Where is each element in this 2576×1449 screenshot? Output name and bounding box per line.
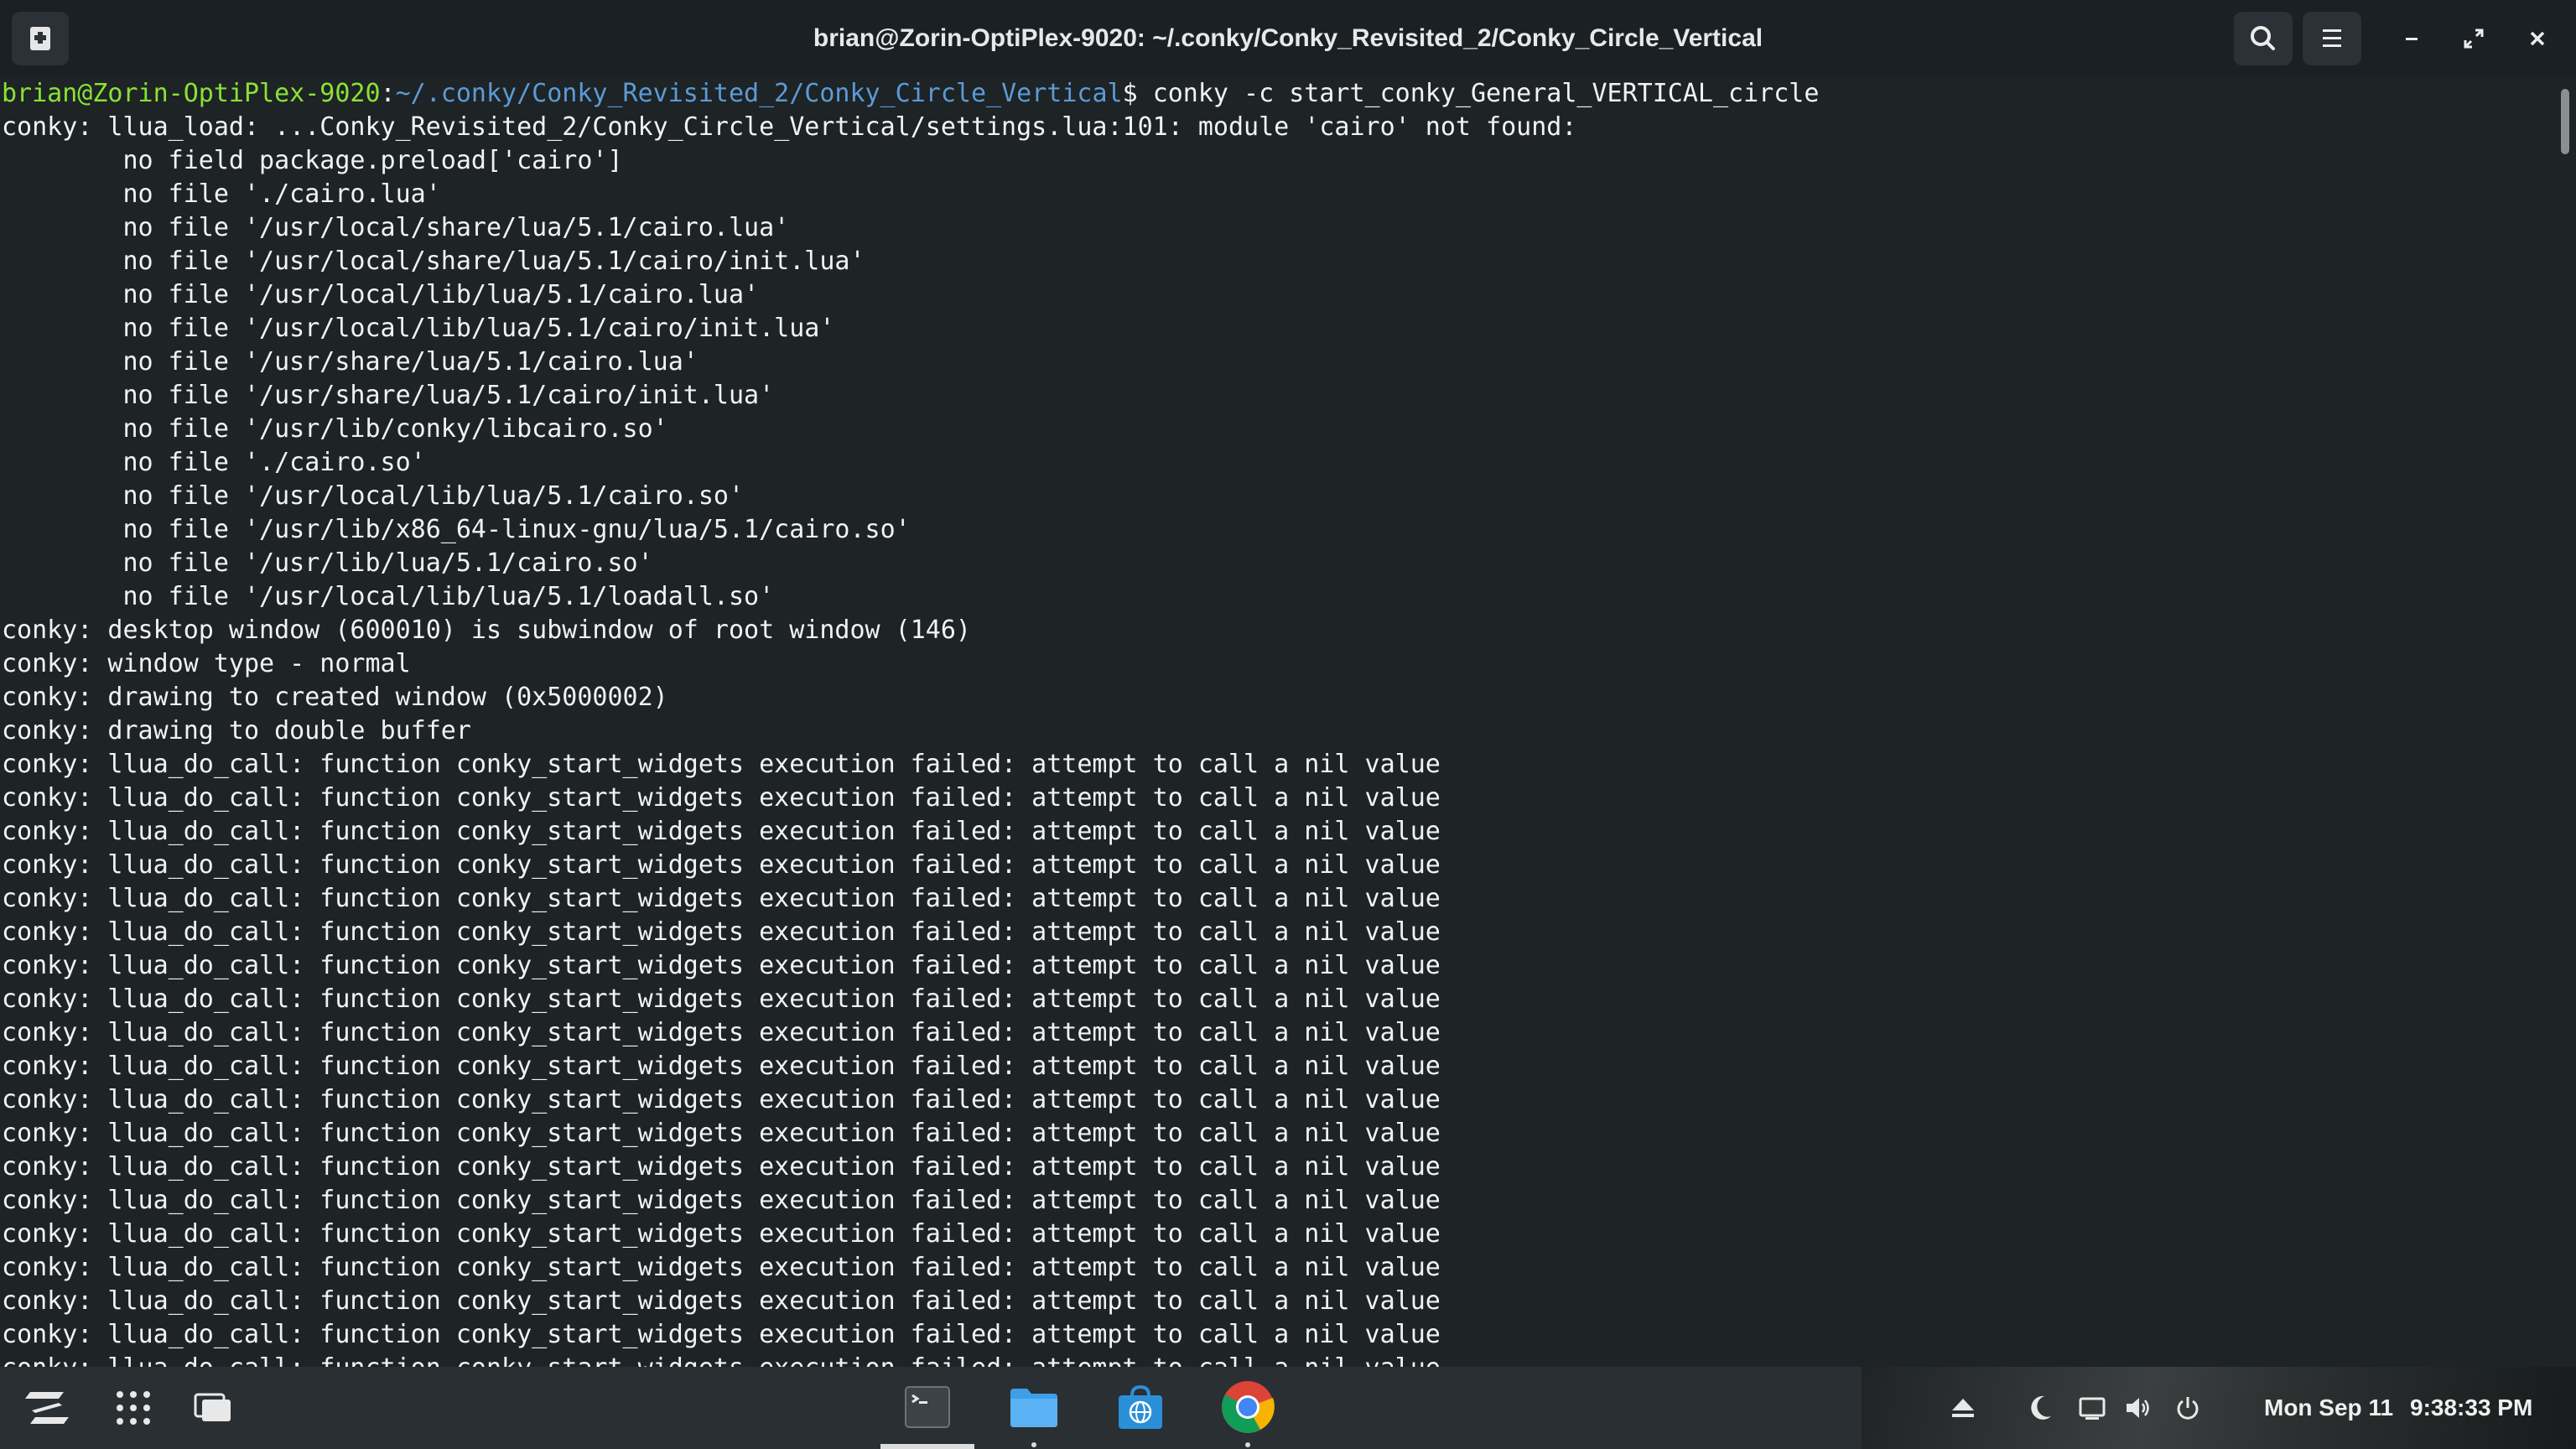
terminal-line: conky: llua_do_call: function conky_star…: [2, 1052, 1441, 1081]
night-light-moon-icon: [2031, 1395, 2051, 1420]
terminal-icon: [905, 1386, 950, 1428]
search-icon: [2251, 26, 2275, 50]
terminal-lines: brian@Zorin-OptiPlex-9020:~/.conky/Conky…: [2, 77, 1819, 1367]
terminal-line: no file '/usr/lib/conky/libcairo.so': [2, 414, 668, 444]
terminal-line: conky: desktop window (600010) is subwin…: [2, 615, 971, 645]
terminal-line: conky: drawing to created window (0x5000…: [2, 683, 668, 712]
terminal-line: conky: llua_do_call: function conky_star…: [2, 1085, 1441, 1114]
terminal-line: conky: llua_do_call: function conky_star…: [2, 917, 1441, 947]
zorin-menu-button[interactable]: [15, 1380, 79, 1436]
terminal-line: conky: llua_do_call: function conky_star…: [2, 1352, 1819, 1367]
terminal-line: conky: llua_do_call: function conky_star…: [2, 850, 1441, 880]
terminal-output[interactable]: brian@Zorin-OptiPlex-9020:~/.conky/Conky…: [0, 77, 2576, 1367]
search-button[interactable]: [2234, 12, 2293, 65]
chrome-app-button[interactable]: [1213, 1372, 1283, 1442]
workspaces-icon: [194, 1393, 231, 1421]
terminal-line: conky: llua_do_call: function conky_star…: [2, 1320, 1441, 1349]
restore-button[interactable]: [2455, 20, 2492, 57]
terminal-line: conky: llua_do_call: function conky_star…: [2, 1018, 1441, 1047]
terminal-line: no file '/usr/local/lib/lua/5.1/cairo.so…: [2, 481, 745, 511]
running-indicator: [1031, 1442, 1036, 1447]
prompt-symbol: $: [1122, 79, 1153, 108]
terminal-line: no field package.preload['cairo']: [2, 146, 623, 175]
terminal-line: conky: llua_do_call: function conky_star…: [2, 1253, 1441, 1282]
terminal-line: no file './cairo.so': [2, 448, 426, 477]
terminal-line: no file '/usr/local/lib/lua/5.1/loadall.…: [2, 582, 775, 611]
terminal-line: no file '/usr/local/lib/lua/5.1/cairo/in…: [2, 314, 835, 343]
terminal-app-button[interactable]: [880, 1372, 974, 1442]
terminal-line: no file '/usr/share/lua/5.1/cairo.lua': [2, 347, 699, 377]
eject-button[interactable]: [1944, 1389, 1982, 1427]
terminal-line: no file './cairo.lua': [2, 179, 441, 209]
terminal-line: conky: llua_do_call: function conky_star…: [2, 1152, 1441, 1182]
terminal-line: conky: llua_do_call: function conky_star…: [2, 1119, 1441, 1148]
prompt-command: conky -c start_conky_General_VERTICAL_ci…: [1152, 79, 1820, 108]
app-grid-button[interactable]: [106, 1382, 161, 1434]
workspaces-button[interactable]: [186, 1382, 242, 1434]
prompt-line: brian@Zorin-OptiPlex-9020:~/.conky/Conky…: [2, 77, 1819, 111]
terminal-line: conky: llua_do_call: function conky_star…: [2, 1286, 1441, 1316]
terminal-line: no file '/usr/local/lib/lua/5.1/cairo.lu…: [2, 280, 760, 309]
terminal-line: conky: llua_do_call: function conky_star…: [2, 817, 1441, 846]
taskbar: Mon Sep 11 9:38:33 PM: [0, 1367, 2576, 1449]
eject-icon: [1952, 1399, 1974, 1417]
terminal-line: conky: llua_do_call: function conky_star…: [2, 984, 1441, 1014]
display-icon: [2079, 1397, 2106, 1420]
window-titlebar: brian@Zorin-OptiPlex-9020: ~/.conky/Conk…: [0, 0, 2576, 77]
hamburger-menu-icon: [2323, 29, 2341, 47]
terminal-line: no file '/usr/lib/x86_64-linux-gnu/lua/5…: [2, 515, 911, 544]
minimize-button[interactable]: [2393, 20, 2430, 57]
terminal-scrollbar[interactable]: [2561, 89, 2569, 154]
close-button[interactable]: [2519, 20, 2556, 57]
files-app-button[interactable]: [998, 1372, 1070, 1442]
app-grid-icon: [117, 1391, 150, 1425]
power-button[interactable]: [2168, 1389, 2207, 1427]
prompt-path: ~/.conky/Conky_Revisited_2/Conky_Circle_…: [395, 79, 1123, 108]
clock-time[interactable]: 9:38:33 PM: [2410, 1367, 2532, 1449]
software-store-icon: [1119, 1384, 1162, 1429]
terminal-line: conky: llua_do_call: function conky_star…: [2, 884, 1441, 913]
terminal-line: conky: llua_do_call: function conky_star…: [2, 1186, 1441, 1215]
chrome-icon: [1222, 1381, 1275, 1433]
minimize-icon: [2406, 38, 2418, 40]
restore-icon: [2464, 29, 2484, 49]
terminal-line: conky: window type - normal: [2, 649, 411, 678]
terminal-line: no file '/usr/lib/lua/5.1/cairo.so': [2, 548, 653, 578]
night-light-button[interactable]: [2021, 1389, 2059, 1427]
power-icon: [2177, 1397, 2199, 1420]
prompt-user-host: brian@Zorin-OptiPlex-9020: [2, 79, 381, 108]
hamburger-menu-button[interactable]: [2303, 12, 2361, 65]
terminal-line: conky: llua_do_call: function conky_star…: [2, 1219, 1441, 1249]
terminal-line: conky: llua_do_call: function conky_star…: [2, 783, 1441, 813]
volume-icon: [2127, 1398, 2149, 1418]
terminal-line: no file '/usr/local/share/lua/5.1/cairo/…: [2, 247, 865, 276]
terminal-line: no file '/usr/share/lua/5.1/cairo/init.l…: [2, 381, 775, 410]
terminal-line: conky: llua_do_call: function conky_star…: [2, 951, 1441, 980]
files-icon: [1010, 1389, 1057, 1427]
terminal-line: conky: drawing to double buffer: [2, 716, 471, 745]
running-indicator: [1245, 1442, 1250, 1447]
terminal-line: no file '/usr/local/share/lua/5.1/cairo.…: [2, 213, 790, 242]
prompt-separator: :: [380, 79, 396, 108]
terminal-line: conky: llua_do_call: function conky_star…: [2, 750, 1441, 779]
close-icon: [2530, 31, 2545, 46]
terminal-line: conky: llua_load: ...Conky_Revisited_2/C…: [2, 112, 1577, 142]
software-store-app-button[interactable]: [1105, 1372, 1176, 1442]
window-title: brian@Zorin-OptiPlex-9020: ~/.conky/Conk…: [813, 24, 1763, 52]
active-app-indicator: [880, 1444, 974, 1449]
clock-date[interactable]: Mon Sep 11: [2264, 1367, 2393, 1449]
volume-button[interactable]: [2120, 1389, 2158, 1427]
zorin-menu-icon: [25, 1392, 69, 1424]
display-button[interactable]: [2071, 1389, 2113, 1427]
